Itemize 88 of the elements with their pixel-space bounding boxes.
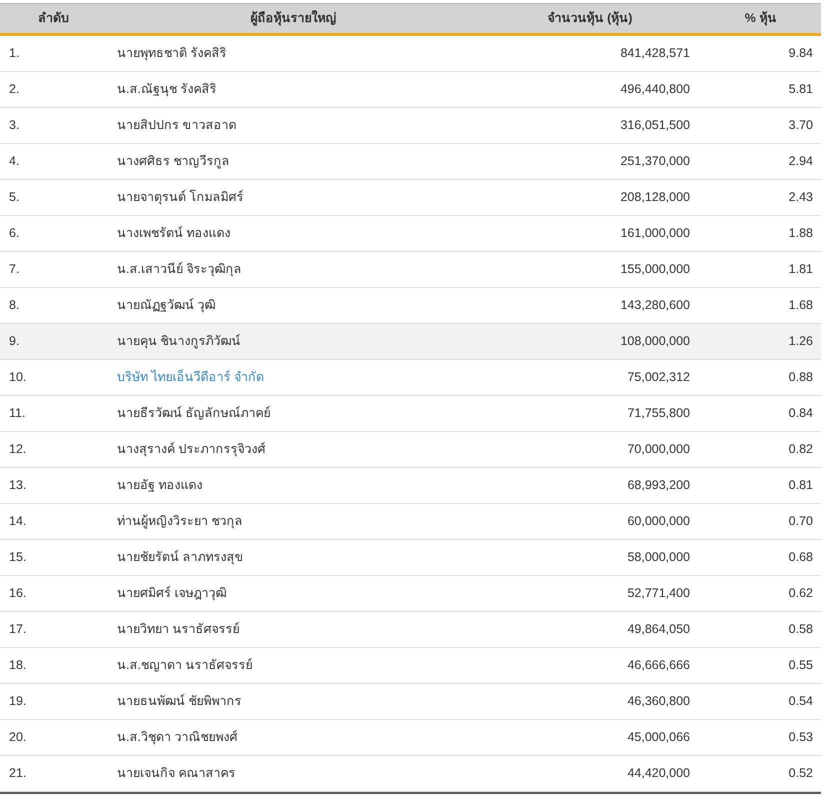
column-header: ลำดับ (38, 11, 69, 26)
shareholder-name: นายสิปปกร ขาวสอาด (117, 118, 236, 132)
shares-cell: 75,002,312 (627, 370, 690, 384)
percent-cell: 2.43 (788, 190, 813, 204)
rank-cell: 14. (9, 514, 26, 528)
shareholder-name: นายศมิศร์ เจษฎาวุฒิ (117, 586, 226, 600)
rank-cell: 9. (9, 334, 20, 348)
rank-cell: 17. (9, 622, 26, 636)
percent-cell: 0.88 (788, 370, 813, 384)
rank-cell: 16. (9, 586, 26, 600)
shareholder-name: นายวิทยา นราธัศจรรย์ (117, 622, 240, 636)
shares-cell: 46,666,666 (627, 658, 690, 672)
shares-cell: 155,000,000 (620, 262, 690, 276)
rank-cell: 15. (9, 550, 26, 564)
shares-cell: 60,000,000 (627, 514, 690, 528)
shares-cell: 71,755,800 (627, 406, 690, 420)
percent-cell: 0.62 (788, 586, 813, 600)
shareholder-name: นายเจนกิจ คณาสาคร (117, 766, 236, 780)
percent-cell: 0.53 (788, 730, 813, 744)
shareholder-name: นายพุทธชาติ รังคสิริ (117, 46, 226, 60)
shares-cell: 52,771,400 (627, 586, 690, 600)
rank-cell: 12. (9, 442, 26, 456)
percent-cell: 0.70 (788, 514, 813, 528)
percent-cell: 0.58 (788, 622, 813, 636)
shares-cell: 49,864,050 (627, 622, 690, 636)
shareholder-name: นายธีรวัฒน์ ธัญลักษณ์ภาคย์ (117, 406, 270, 420)
rank-cell: 1. (9, 46, 20, 60)
column-header: % หุ้น (744, 11, 776, 26)
shares-cell: 316,051,500 (620, 118, 690, 132)
shares-cell: 251,370,000 (620, 154, 690, 168)
rank-cell: 2. (9, 82, 20, 96)
shares-cell: 143,280,600 (620, 298, 690, 312)
shareholder-name: น.ส.ณัฐนุช รังคสิริ (117, 82, 216, 96)
rank-cell: 21. (9, 766, 26, 780)
shareholder-name: นางศศิธร ชาญวีรกูล (117, 154, 230, 168)
shareholder-name: นายอัฐ ทองแดง (117, 478, 202, 492)
rank-cell: 6. (9, 226, 20, 240)
percent-cell: 0.54 (788, 694, 813, 708)
rank-cell: 3. (9, 118, 20, 132)
percent-cell: 0.84 (788, 406, 813, 420)
shares-cell: 208,128,000 (620, 190, 690, 204)
percent-cell: 0.55 (788, 658, 813, 672)
shares-cell: 161,000,000 (620, 226, 690, 240)
shareholder-name: นายชัยรัตน์ ลาภทรงสุข (117, 550, 244, 564)
shareholder-name: นายธนพัฒน์ ชัยพิพากร (117, 694, 242, 708)
shares-cell: 496,440,800 (620, 82, 690, 96)
shareholder-name: นายคุน ชินางกูรภิวัฒน์ (117, 334, 240, 348)
rank-cell: 10. (9, 370, 26, 384)
shares-cell: 108,000,000 (620, 334, 690, 348)
rank-cell: 11. (9, 406, 26, 420)
shares-cell: 45,000,066 (627, 730, 690, 744)
shares-cell: 70,000,000 (627, 442, 690, 456)
shareholder-name: นายณัฏฐวัฒน์ วุฒิ (117, 298, 216, 312)
shares-cell: 68,993,200 (627, 478, 690, 492)
shareholder-name: น.ส.วิชุดา วาณิชยพงศ์ (117, 730, 238, 744)
shareholder-name: น.ส.ชญาดา นราธัศจรรย์ (117, 658, 252, 672)
percent-cell: 2.94 (788, 154, 813, 168)
percent-cell: 1.26 (788, 334, 813, 348)
rank-cell: 20. (9, 730, 26, 744)
percent-cell: 1.68 (788, 298, 813, 312)
rank-cell: 18. (9, 658, 26, 672)
shareholder-name: นางสุรางค์ ประภากรรุจิวงศ์ (117, 442, 266, 456)
rank-cell: 4. (9, 154, 20, 168)
shareholder-name: นายจาตุรนต์ โกมลมิศร์ (117, 190, 244, 204)
percent-cell: 1.88 (788, 226, 813, 240)
shareholder-link[interactable]: บริษัท ไทยเอ็นวีดีอาร์ จำกัด (117, 370, 264, 384)
shareholder-name: น.ส.เสาวนีย์ จิระวุฒิกุล (117, 262, 242, 276)
rank-cell: 13. (9, 478, 26, 492)
column-header: ผู้ถือหุ้นรายใหญ่ (250, 11, 336, 26)
column-header: จำนวนหุ้น (หุ้น) (548, 11, 632, 26)
percent-cell: 3.70 (788, 118, 813, 132)
rank-cell: 7. (9, 262, 20, 276)
shareholder-name: นางเพชรัตน์ ทองแดง (117, 226, 230, 240)
percent-cell: 5.81 (788, 82, 813, 96)
percent-cell: 9.84 (788, 46, 813, 60)
shareholder-name: ท่านผู้หญิงวิระยา ชวกุล (117, 514, 242, 528)
percent-cell: 0.81 (788, 478, 813, 492)
percent-cell: 1.81 (788, 262, 813, 276)
rank-cell: 8. (9, 298, 20, 312)
percent-cell: 0.82 (788, 442, 813, 456)
shares-cell: 46,360,800 (627, 694, 690, 708)
percent-cell: 0.52 (788, 766, 813, 780)
rank-cell: 19. (9, 694, 26, 708)
shares-cell: 44,420,000 (627, 766, 690, 780)
rank-cell: 5. (9, 190, 20, 204)
shares-cell: 58,000,000 (627, 550, 690, 564)
shares-cell: 841,428,571 (620, 46, 690, 60)
percent-cell: 0.68 (788, 550, 813, 564)
